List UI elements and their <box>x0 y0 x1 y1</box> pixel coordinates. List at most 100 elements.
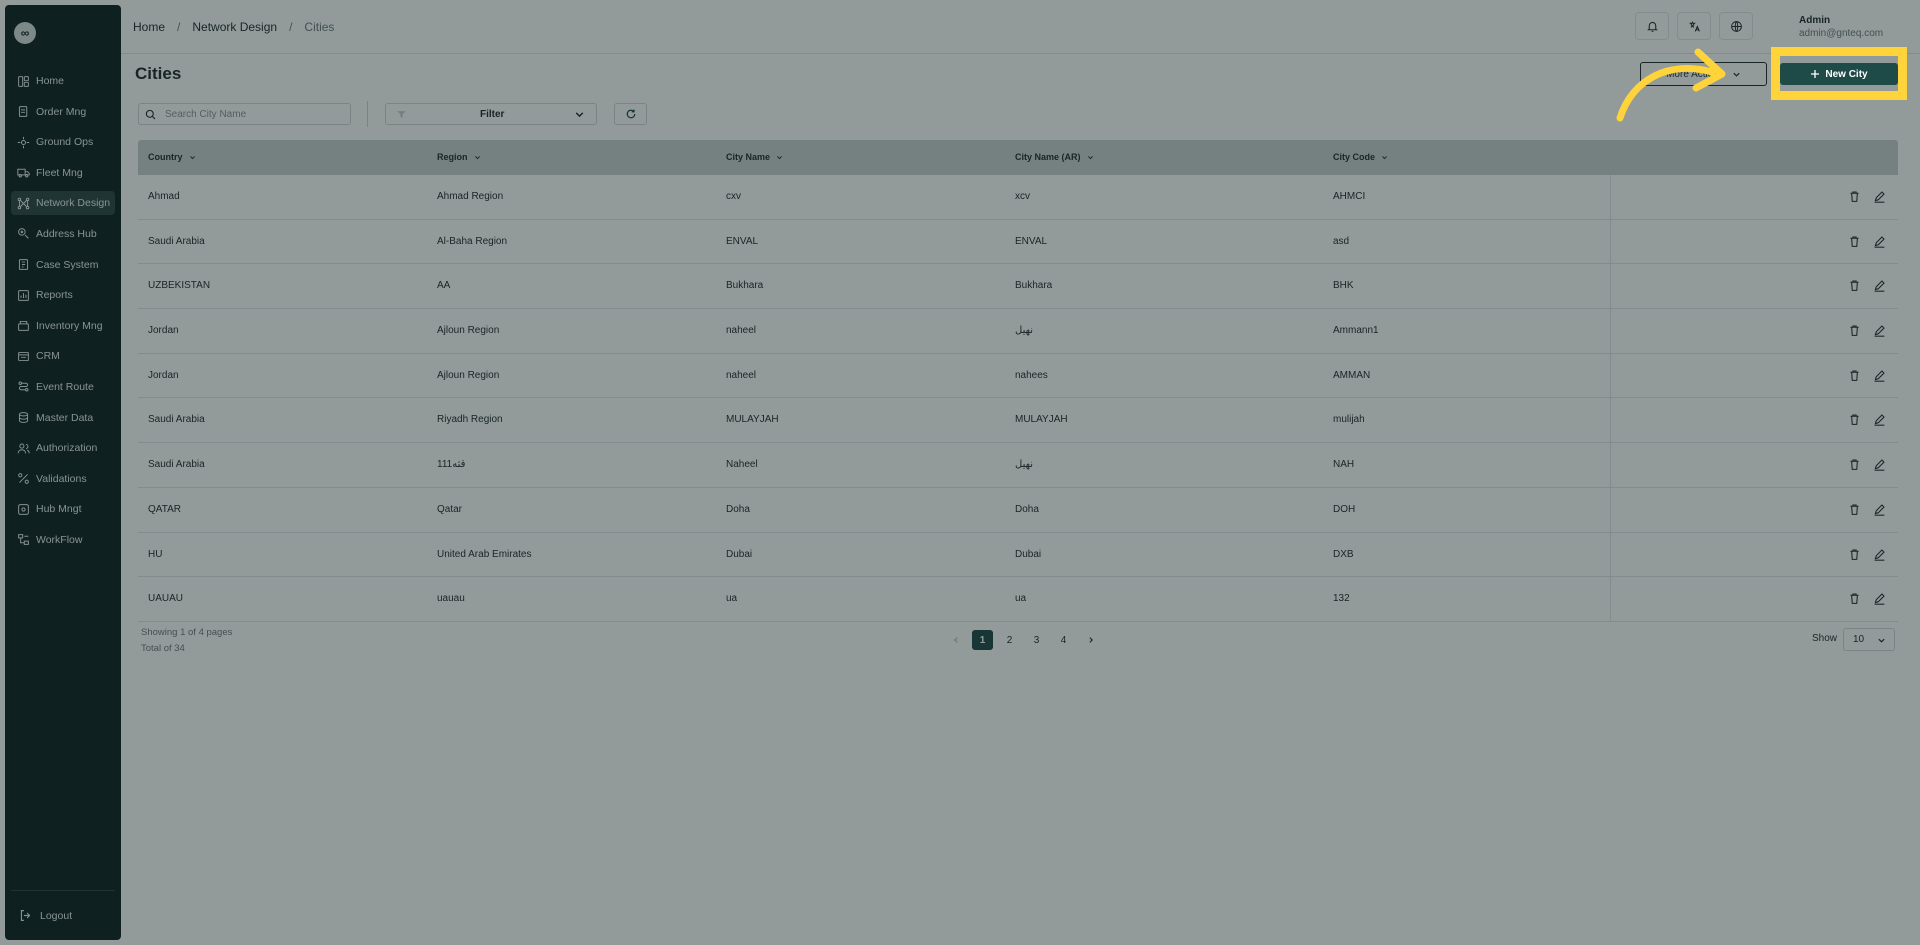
sort-icon <box>777 155 782 159</box>
pagination-info: Showing 1 of 4 pages Total of 34 <box>141 625 232 657</box>
cell-city-name-ar: Bukhara <box>1015 280 1053 292</box>
sidebar-item-event-route[interactable]: Event Route <box>11 375 115 399</box>
search-placeholder: Search City Name <box>165 108 247 120</box>
column-header-city-code[interactable]: City Code <box>1333 152 1388 162</box>
edit-icon[interactable] <box>1873 235 1886 248</box>
page-button[interactable]: 2 <box>999 630 1020 650</box>
column-header-region[interactable]: Region <box>437 152 481 162</box>
sidebar-nav: Home Order Mng Ground Ops Fleet Mng Network … <box>11 69 115 559</box>
next-page-button[interactable] <box>1080 630 1101 650</box>
hub-icon <box>17 503 30 515</box>
actions-divider <box>1610 443 1611 488</box>
edit-icon[interactable] <box>1873 458 1886 471</box>
ground-ops-icon <box>17 136 30 148</box>
sidebar: ∞ Home Order Mng Ground Ops Fleet Mng Networ… <box>5 5 121 940</box>
delete-icon[interactable] <box>1848 324 1861 337</box>
sidebar-item-crm[interactable]: CRM <box>11 344 115 368</box>
cell-region: United Arab Emirates <box>437 548 532 560</box>
app-logo[interactable]: ∞ <box>14 22 36 44</box>
edit-icon[interactable] <box>1873 503 1886 516</box>
cell-city-code: mulijah <box>1333 414 1365 426</box>
sidebar-item-reports[interactable]: Reports <box>11 283 115 307</box>
column-header-city-name-ar[interactable]: City Name (AR) <box>1015 152 1094 162</box>
delete-icon[interactable] <box>1848 190 1861 203</box>
filter-dropdown[interactable]: Filter <box>385 103 597 125</box>
table-row: UZBEKISTAN AA Bukhara Bukhara BHK <box>138 264 1898 310</box>
page-title: Cities <box>135 64 182 83</box>
refresh-button[interactable] <box>614 103 647 125</box>
sidebar-item-master-data[interactable]: Master Data <box>11 406 115 430</box>
page-button[interactable]: 4 <box>1053 630 1074 650</box>
sidebar-item-order-mng[interactable]: Order Mng <box>11 100 115 124</box>
user-menu[interactable]: Admin admin@gnteq.com <box>1799 14 1883 40</box>
sidebar-item-address-hub[interactable]: Address Hub <box>11 222 115 246</box>
delete-icon[interactable] <box>1848 369 1861 382</box>
cell-city-name-ar: ENVAL <box>1015 235 1048 247</box>
logout-icon <box>20 910 31 921</box>
truck-icon <box>17 167 30 179</box>
sidebar-item-authorization[interactable]: Authorization <box>11 436 115 460</box>
address-icon <box>17 228 30 240</box>
sidebar-item-network-design[interactable]: Network Design <box>11 191 115 216</box>
delete-icon[interactable] <box>1848 458 1861 471</box>
chevron-down-icon <box>1878 638 1885 643</box>
cell-region: Qatar <box>437 503 463 515</box>
search-icon <box>145 109 156 119</box>
cell-region: Ajloun Region <box>437 369 500 381</box>
sidebar-item-label: Home <box>36 75 65 87</box>
search-input[interactable]: Search City Name <box>138 103 351 125</box>
cell-city-name: Bukhara <box>726 280 764 292</box>
edit-icon[interactable] <box>1873 592 1886 605</box>
column-label: City Name <box>726 152 771 162</box>
actions-divider <box>1610 264 1611 310</box>
column-header-country[interactable]: Country <box>148 152 196 162</box>
sidebar-item-label: CRM <box>36 350 60 363</box>
edit-icon[interactable] <box>1873 548 1886 561</box>
edit-icon[interactable] <box>1873 190 1886 203</box>
breadcrumb-home[interactable]: Home <box>133 20 165 34</box>
sidebar-item-validations[interactable]: Validations <box>11 467 115 491</box>
sidebar-item-inventory-mng[interactable]: Inventory Mng <box>11 314 115 338</box>
logout-button[interactable]: Logout <box>19 909 72 922</box>
column-header-city-name[interactable]: City Name <box>726 152 783 162</box>
delete-icon[interactable] <box>1848 548 1861 561</box>
page-button[interactable]: 1 <box>972 630 993 650</box>
cell-city-name: naheel <box>726 325 757 337</box>
edit-icon[interactable] <box>1873 279 1886 293</box>
delete-icon[interactable] <box>1848 235 1861 248</box>
delete-icon[interactable] <box>1848 413 1861 426</box>
cell-city-name: cxv <box>726 191 741 202</box>
delete-icon[interactable] <box>1848 503 1861 516</box>
notifications-button[interactable] <box>1635 12 1669 40</box>
toolbar-divider <box>367 101 368 127</box>
actions-divider <box>1610 532 1611 578</box>
actions-divider <box>1610 175 1611 220</box>
edit-icon[interactable] <box>1873 324 1886 337</box>
sidebar-item-case-system[interactable]: Case System <box>11 253 115 277</box>
table-row: Jordan Ajloun Region naheel نهيل Ammann1 <box>138 309 1898 354</box>
translate-button[interactable] <box>1677 12 1711 40</box>
sidebar-item-home[interactable]: Home <box>11 69 115 93</box>
sidebar-item-fleet-mng[interactable]: Fleet Mng <box>11 161 115 185</box>
delete-icon[interactable] <box>1848 592 1861 605</box>
column-label: City Name (AR) <box>1015 152 1081 162</box>
sidebar-item-hub-mngt[interactable]: Hub Mngt <box>11 497 115 521</box>
edit-icon[interactable] <box>1873 369 1886 382</box>
cell-city-name: MULAYJAH <box>726 414 779 426</box>
page-button[interactable]: 3 <box>1026 630 1047 650</box>
sidebar-item-label: Event Route <box>36 380 94 393</box>
language-button[interactable] <box>1719 12 1753 40</box>
actions-divider <box>1610 577 1611 622</box>
workflow-icon <box>17 534 30 546</box>
cell-city-name-ar: نهيل <box>1015 459 1033 471</box>
cell-city-code: asd <box>1333 235 1350 247</box>
delete-icon[interactable] <box>1848 279 1861 292</box>
sidebar-item-ground-ops[interactable]: Ground Ops <box>11 130 115 154</box>
cell-country: UAUAU <box>148 593 184 605</box>
edit-icon[interactable] <box>1873 413 1886 427</box>
cell-region: Ahmad Region <box>437 191 504 202</box>
page-size-select[interactable]: 10 <box>1843 628 1895 651</box>
breadcrumb-network-design[interactable]: Network Design <box>192 20 277 34</box>
prev-page-button[interactable] <box>945 630 966 650</box>
sidebar-item-workflow[interactable]: WorkFlow <box>11 528 115 552</box>
